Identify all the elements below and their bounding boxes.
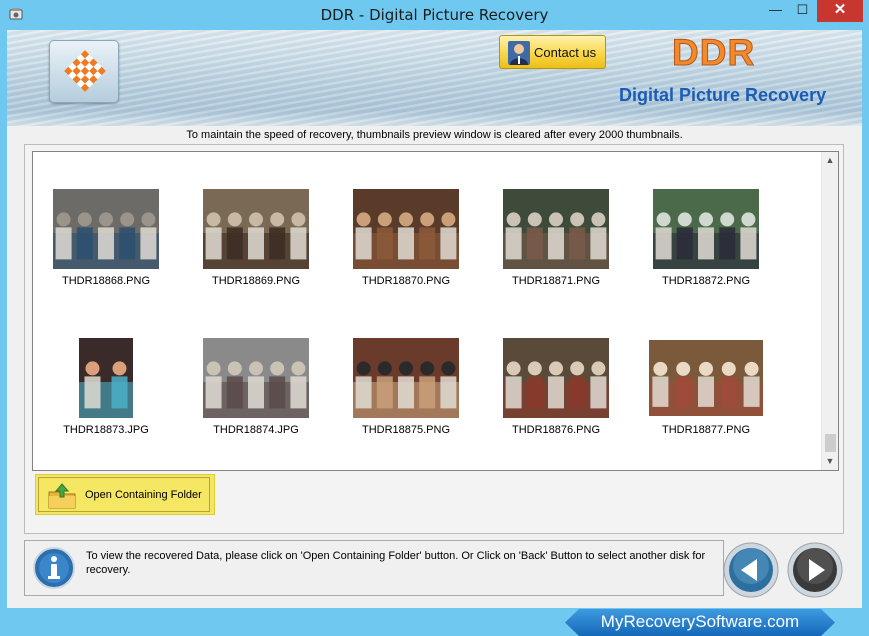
thumbnail-notice: To maintain the speed of recovery, thumb…	[186, 129, 683, 141]
thumbnail-item[interactable]: THDR18869.PNG	[203, 189, 363, 319]
thumbnail-item[interactable]: THDR18873.JPG	[63, 338, 213, 468]
thumbnail-filename: THDR18877.PNG	[661, 424, 751, 436]
photo-dinner-party-icon	[649, 340, 763, 416]
thumbnail-item[interactable]: THDR18875.PNG	[353, 338, 513, 468]
scroll-down-arrow-icon[interactable]: ▼	[822, 453, 838, 470]
thumbnail-item[interactable]: THDR18874.JPG	[203, 338, 363, 468]
thumbnail-item[interactable]: THDR18871.PNG	[503, 189, 663, 319]
next-button[interactable]	[787, 542, 843, 598]
thumbnail-preview[interactable]: THDR18868.PNG THDR18869.PNG THDR18870.PNG T…	[32, 151, 839, 471]
photo-hall-crowd-icon	[203, 338, 309, 418]
photo-group-pose-icon	[353, 338, 459, 418]
vertical-scrollbar[interactable]: ▲ ▼	[821, 152, 838, 470]
product-name: Digital Picture Recovery	[619, 85, 827, 105]
status-box: To view the recovered Data, please click…	[24, 540, 724, 596]
back-button[interactable]	[723, 542, 779, 598]
contact-us-button[interactable]: Contact us	[499, 35, 606, 69]
thumbnail-filename: THDR18876.PNG	[511, 424, 601, 436]
checker-logo-icon	[64, 50, 106, 92]
thumbnail-filename: THDR18868.PNG	[61, 275, 151, 287]
photo-party-crowd-icon	[503, 189, 609, 269]
person-icon	[508, 41, 530, 65]
contact-us-label: Contact us	[534, 45, 597, 60]
client-area: Contact us DDR Digital Picture Recovery …	[7, 30, 862, 608]
photo-people-sitting-steps-icon	[53, 189, 159, 269]
scroll-up-arrow-icon[interactable]: ▲	[822, 152, 838, 169]
minimize-button[interactable]: —	[762, 0, 789, 22]
thumbnail-filename: THDR18874.JPG	[213, 424, 299, 436]
thumbnail-item[interactable]: THDR18876.PNG	[503, 338, 663, 468]
thumbnail-filename: THDR18869.PNG	[211, 275, 301, 287]
header-banner: Contact us DDR Digital Picture Recovery	[7, 30, 862, 126]
photo-friends-outdoor-icon	[203, 189, 309, 269]
thumbnail-filename: THDR18873.JPG	[63, 424, 149, 436]
title-bar: DDR - Digital Picture Recovery — ☐ ✕	[0, 0, 869, 30]
maximize-button[interactable]: ☐	[789, 0, 816, 22]
app-logo	[49, 40, 119, 103]
results-panel: THDR18868.PNG THDR18869.PNG THDR18870.PNG T…	[24, 144, 844, 534]
thumbnail-filename: THDR18875.PNG	[361, 424, 451, 436]
thumbnail-item[interactable]: THDR18877.PNG	[649, 338, 813, 468]
folder-icon	[48, 483, 76, 509]
open-folder-label: Open Containing Folder	[85, 489, 202, 501]
thumbnail-item[interactable]: THDR18868.PNG	[53, 189, 213, 319]
footer-website: MyRecoverySoftware.com	[600, 612, 800, 631]
window-title: DDR - Digital Picture Recovery	[320, 6, 549, 24]
brand-logo-text: DDR	[671, 32, 756, 74]
thumbnail-item[interactable]: THDR18872.PNG	[653, 189, 813, 319]
app-window: DDR - Digital Picture Recovery — ☐ ✕ Con…	[0, 0, 869, 636]
status-message: To view the recovered Data, please click…	[86, 550, 706, 576]
photo-outdoor-gathering-icon	[653, 189, 759, 269]
scrollbar-thumb[interactable]	[825, 434, 836, 452]
photo-table-gathering-icon	[503, 338, 609, 418]
open-containing-folder-button[interactable]: Open Containing Folder	[35, 474, 215, 515]
photo-child-portrait-icon	[79, 338, 133, 418]
close-button[interactable]: ✕	[817, 0, 863, 22]
photo-group-indoor-icon	[353, 189, 459, 269]
thumbnail-filename: THDR18870.PNG	[361, 275, 451, 287]
thumbnail-filename: THDR18871.PNG	[511, 275, 601, 287]
info-icon	[33, 547, 75, 589]
thumbnail-item[interactable]: THDR18870.PNG	[353, 189, 513, 319]
thumbnail-filename: THDR18872.PNG	[661, 275, 751, 287]
